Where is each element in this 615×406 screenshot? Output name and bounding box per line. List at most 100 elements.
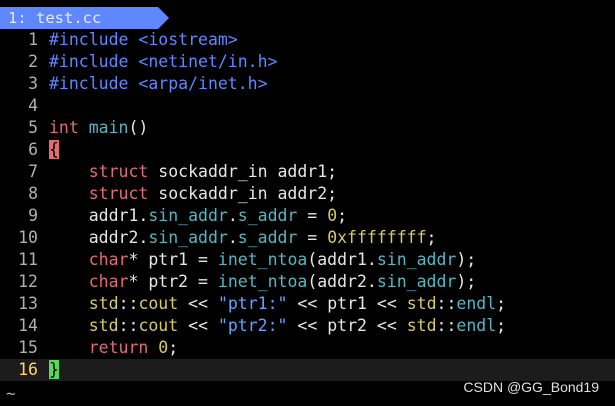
code-token: <arpa/inet.h>: [138, 74, 268, 93]
code-token: std: [406, 316, 437, 335]
code-line[interactable]: 11 char* ptr1 = inet_ntoa(addr1.sin_addr…: [0, 249, 615, 271]
code-line[interactable]: 9 addr1.sin_addr.s_addr = 0;: [0, 205, 615, 227]
code-token: main: [88, 118, 129, 137]
code-line[interactable]: 12 char* ptr2 = inet_ntoa(addr2.sin_addr…: [0, 271, 615, 293]
code-line[interactable]: 14 std::cout << "ptr2:" << ptr2 << std::…: [0, 315, 615, 337]
line-number: 11: [18, 250, 38, 269]
line-number: 16: [18, 360, 38, 379]
code-line[interactable]: 2 #include <netinet/in.h>: [0, 51, 615, 73]
code-token: sin_addr: [148, 206, 228, 225]
code-token: <<: [178, 316, 218, 335]
code-line[interactable]: 7 struct sockaddr_in addr1;: [0, 161, 615, 183]
empty-line-tilde: ~: [6, 384, 16, 403]
code-line[interactable]: 1 #include <iostream>: [0, 29, 615, 51]
code-token: }: [49, 360, 59, 379]
code-token: ;: [496, 316, 507, 335]
code-token: s_addr: [237, 228, 298, 247]
code-token: int: [49, 118, 79, 137]
code-lines[interactable]: 1 #include <iostream> 2 #include <netinet/i…: [0, 29, 615, 381]
code-token: addr2.: [49, 228, 149, 247]
line-number: 15: [18, 338, 38, 357]
watermark: CSDN @GG_Bond19: [463, 379, 599, 395]
code-token: << ptr2 <<: [287, 316, 407, 335]
code-line[interactable]: 16}: [0, 359, 615, 381]
code-token: s_addr: [237, 206, 298, 225]
code-line[interactable]: 13 std::cout << "ptr1:" << ptr1 << std::…: [0, 293, 615, 315]
code-token: );: [456, 250, 477, 269]
code-token: ::: [436, 316, 457, 335]
code-token: endl: [456, 294, 497, 313]
code-token: "ptr2:": [217, 316, 288, 335]
code-line[interactable]: 10 addr2.sin_addr.s_addr = 0xffffffff;: [0, 227, 615, 249]
line-number: 12: [18, 272, 38, 291]
code-token: endl: [456, 316, 497, 335]
line-number: 2: [28, 52, 38, 71]
code-token: (): [128, 118, 149, 137]
code-token: ;: [426, 228, 437, 247]
line-number: 1: [28, 30, 38, 49]
line-code: addr1.sin_addr.s_addr = 0;: [49, 205, 347, 227]
code-token: sockaddr_in addr2;: [148, 184, 338, 203]
tab-bar: 1: test.cc: [0, 7, 615, 29]
line-code: #include <arpa/inet.h>: [49, 73, 268, 95]
code-token: sin_addr: [376, 250, 457, 269]
code-line[interactable]: 15 return 0;: [0, 337, 615, 359]
code-token: ::: [436, 294, 457, 313]
code-token: char: [88, 250, 129, 269]
line-code: struct sockaddr_in addr2;: [49, 183, 337, 205]
code-token: * ptr2 =: [128, 272, 218, 291]
line-number: 7: [28, 162, 38, 181]
code-line[interactable]: 5 int main(): [0, 117, 615, 139]
code-token: struct: [88, 162, 149, 181]
code-token: =: [297, 228, 328, 247]
code-token: * ptr1 =: [128, 250, 218, 269]
code-token: ::: [118, 294, 139, 313]
code-token: << ptr1 <<: [287, 294, 407, 313]
code-token: 0xffffffff: [327, 228, 427, 247]
code-token: #include: [49, 52, 139, 71]
code-token: (addr1.: [307, 250, 377, 269]
line-code: std::cout << "ptr1:" << ptr1 << std::end…: [49, 293, 506, 315]
tab-test-cc[interactable]: 1: test.cc: [0, 7, 169, 29]
code-token: .: [227, 228, 238, 247]
code-token: sin_addr: [148, 228, 228, 247]
tab-label: 1: test.cc: [8, 9, 102, 27]
tab-arrow-icon: [158, 7, 169, 29]
code-line[interactable]: 3 #include <arpa/inet.h>: [0, 73, 615, 95]
vim-editor[interactable]: 1: test.cc 1 #include <iostream> 2 #include…: [0, 0, 615, 406]
code-token: {: [49, 140, 59, 159]
code-token: ;: [496, 294, 507, 313]
code-token: ::: [118, 316, 139, 335]
line-number: 3: [28, 74, 38, 93]
code-line[interactable]: 6{: [0, 139, 615, 161]
line-code: int main(): [49, 117, 148, 139]
line-number: 8: [28, 184, 38, 203]
code-token: ;: [337, 206, 348, 225]
code-line[interactable]: 8 struct sockaddr_in addr2;: [0, 183, 615, 205]
code-token: std: [88, 316, 119, 335]
line-code: addr2.sin_addr.s_addr = 0xffffffff;: [49, 227, 437, 249]
code-line[interactable]: 4: [0, 95, 615, 117]
line-code: #include <netinet/in.h>: [49, 51, 277, 73]
code-token: (addr2.: [307, 272, 377, 291]
line-code: struct sockaddr_in addr1;: [49, 161, 337, 183]
code-token: addr1.: [49, 206, 149, 225]
line-number: 4: [28, 96, 38, 115]
line-code: return 0;: [49, 337, 178, 359]
code-token: "ptr1:": [217, 294, 288, 313]
code-token: 0: [327, 206, 338, 225]
code-token: <netinet/in.h>: [138, 52, 278, 71]
code-token: 0: [158, 338, 169, 357]
code-token: ;: [168, 338, 179, 357]
code-token: inet_ntoa: [217, 272, 308, 291]
code-token: cout: [138, 294, 179, 313]
code-token: =: [297, 206, 328, 225]
